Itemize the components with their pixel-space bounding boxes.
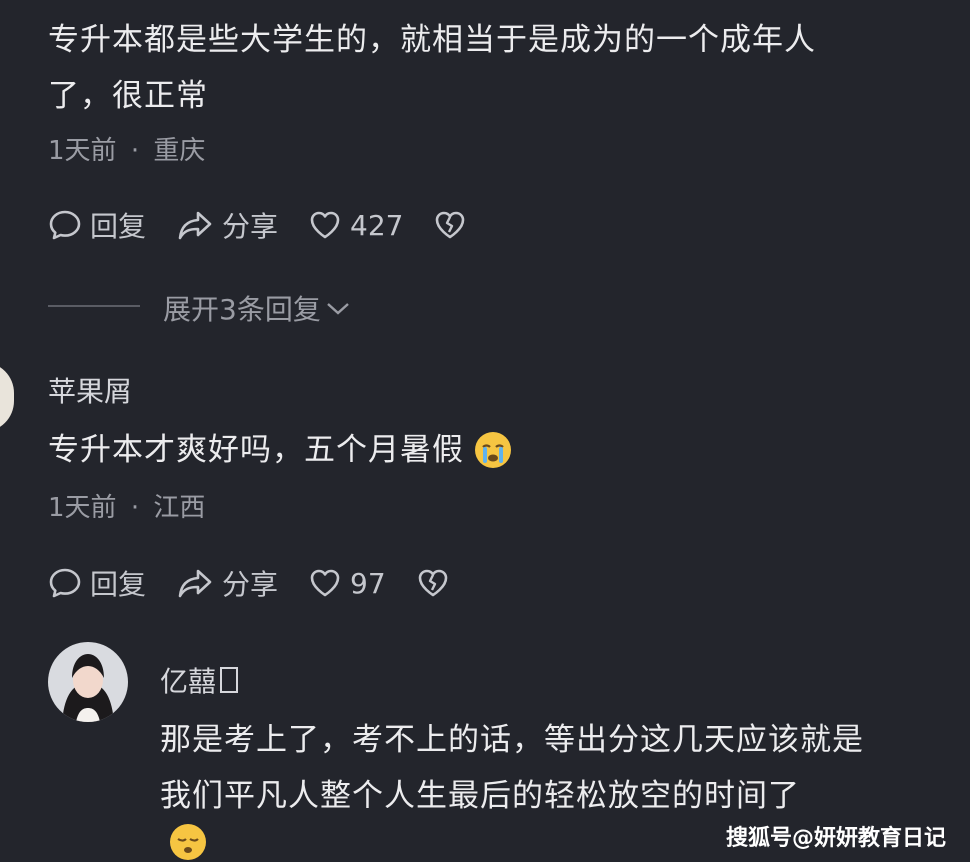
meta-separator: · [130,136,140,166]
avatar[interactable] [0,362,14,432]
comment-text-line: 了，很正常 [48,78,208,114]
comment-location: 重庆 [153,136,206,166]
comment-time: 1天前 [48,136,117,166]
comment-meta: 1天前 · 江西 [48,487,205,524]
avatar-portrait-icon [48,642,128,722]
comment-time: 1天前 [48,493,117,523]
heart-icon [310,211,340,239]
dislike-button[interactable] [416,563,458,603]
share-label: 分享 [222,568,279,601]
like-count: 427 [350,208,404,242]
expand-divider [48,305,140,307]
missing-glyph-icon [220,667,239,693]
reply-label: 回复 [90,210,147,243]
comment-text: 专升本都是些大学生的，就相当于是成为的一个成年人 了，很正常 [48,12,816,124]
dislike-button[interactable] [433,205,475,245]
comment-text: 专升本才爽好吗，五个月暑假 [48,422,514,478]
comment-text-line: 专升本都是些大学生的，就相当于是成为的一个成年人 [48,22,816,58]
comment-actions: 回复 分享 97 [48,563,458,603]
crying-face-icon [475,432,511,468]
broken-heart-icon [418,569,447,597]
share-label: 分享 [222,210,279,243]
broken-heart-icon [436,211,465,239]
share-arrow-icon [178,569,212,598]
expand-replies-button[interactable]: 展开3条回复 [163,288,351,328]
reply-button[interactable]: 回复 [48,563,146,603]
comment-bubble-icon [49,568,81,598]
heart-icon [310,569,340,597]
share-button[interactable]: 分享 [176,563,278,603]
comment-meta: 1天前 · 重庆 [48,130,205,167]
reply-button[interactable]: 回复 [48,205,146,245]
comment-username[interactable]: 亿囍 [160,660,216,700]
comment-text-line: 专升本才爽好吗，五个月暑假 [48,432,464,468]
comment-actions: 回复 分享 427 [48,205,475,245]
meta-separator: · [130,493,140,523]
comment-username-row: 亿囍 [160,660,239,700]
share-button[interactable]: 分享 [176,205,278,245]
relieved-face-icon [170,824,206,860]
like-count: 97 [350,566,386,600]
comment-text: 那是考上了，考不上的话，等出分这几天应该就是 我们平凡人整个人生最后的轻松放空的… [160,712,864,824]
chevron-down-icon [327,303,349,315]
comment-bubble-icon [49,210,81,240]
avatar[interactable] [48,642,128,722]
comment-text-line: 那是考上了，考不上的话，等出分这几天应该就是 [160,722,864,758]
comment-location: 江西 [153,493,206,523]
like-button[interactable]: 427 [308,205,403,245]
comment-text-line: 我们平凡人整个人生最后的轻松放空的时间了 [160,778,800,814]
watermark: 搜狐号@妍妍教育日记 [725,826,946,851]
like-button[interactable]: 97 [308,563,386,603]
comment-username[interactable]: 苹果屑 [48,370,132,410]
reply-label: 回复 [90,568,147,601]
share-arrow-icon [178,211,212,240]
expand-replies-label: 展开3条回复 [163,293,321,326]
